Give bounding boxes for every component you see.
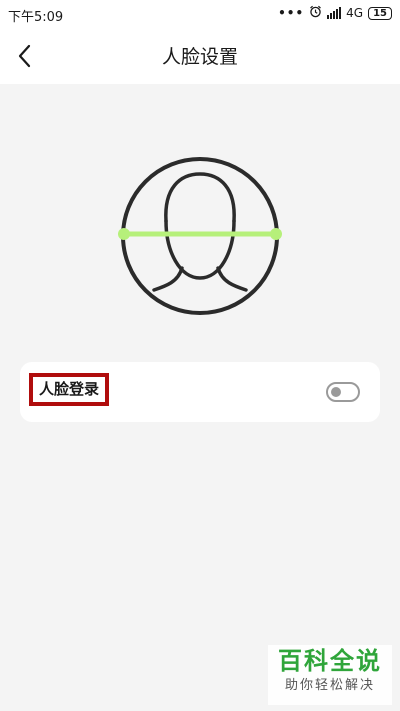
- watermark-title: 百科全说: [278, 647, 382, 675]
- alarm-icon: [309, 5, 322, 21]
- nav-bar: 人脸设置: [0, 28, 400, 84]
- page-title: 人脸设置: [161, 46, 238, 68]
- highlight-box: 人脸登录: [29, 373, 110, 406]
- watermark: 百科全说 助你轻松解决: [268, 645, 392, 705]
- signal-icon: [327, 7, 342, 19]
- status-time: 下午5:09: [8, 10, 64, 25]
- face-scan-icon: [118, 157, 282, 315]
- network-type: 4G: [346, 6, 364, 20]
- status-bar: 下午5:09 ••• 4G 15: [0, 0, 400, 28]
- face-scan-illustration: [116, 156, 288, 316]
- battery-level: 15: [373, 7, 387, 19]
- status-icons: ••• 4G 15: [278, 5, 392, 21]
- more-dots-icon: •••: [278, 6, 305, 20]
- battery-icon: 15: [368, 6, 392, 20]
- face-login-setting-row: 人脸登录: [20, 362, 380, 422]
- face-login-label: 人脸登录: [39, 380, 100, 398]
- toggle-knob: [331, 387, 341, 397]
- face-login-toggle[interactable]: [326, 382, 360, 402]
- watermark-subtitle: 助你轻松解决: [284, 678, 375, 693]
